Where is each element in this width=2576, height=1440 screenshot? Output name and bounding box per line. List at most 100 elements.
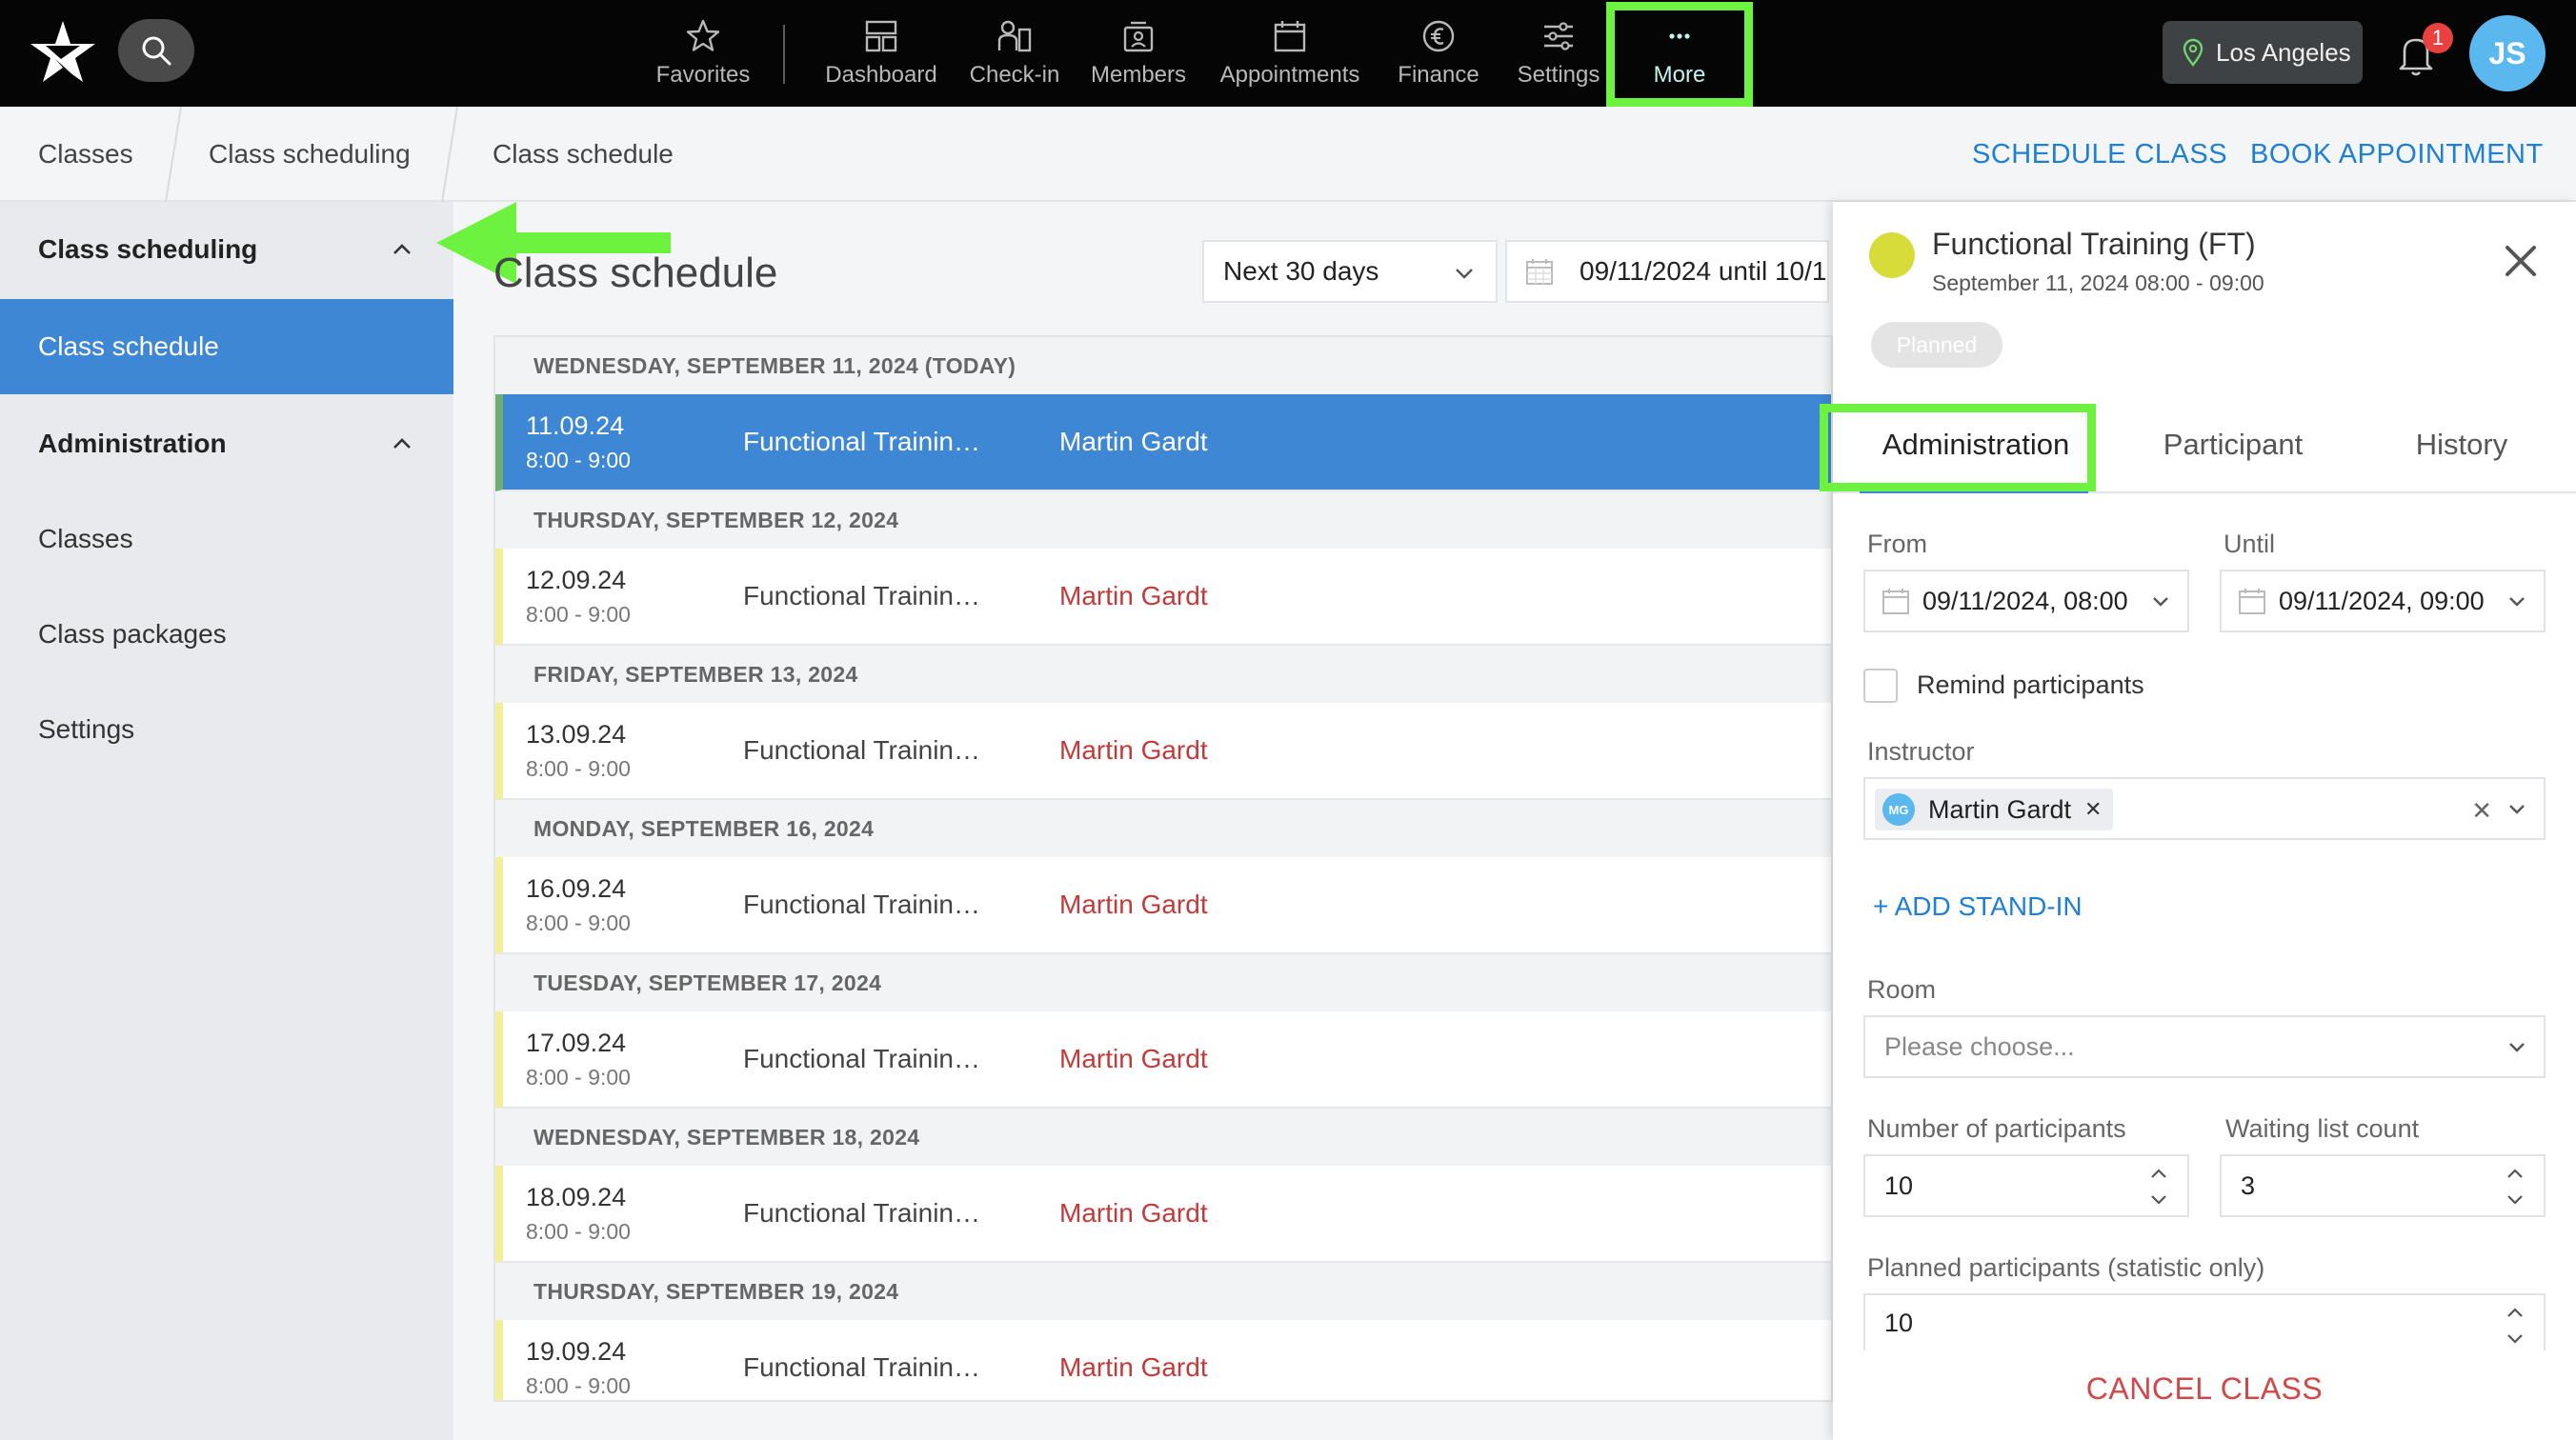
planned-participants-value: 10 <box>1884 1308 1914 1337</box>
nav-check-in[interactable]: Check-in <box>962 0 1067 107</box>
remind-participants-checkbox[interactable] <box>1863 669 1898 703</box>
from-label: From <box>1867 530 1927 558</box>
chevron-down-icon <box>2509 805 2525 814</box>
schedule-row[interactable]: 11.09.24 8:00 - 9:00 Functional Trainin…… <box>495 394 1831 491</box>
schedule-class-button[interactable]: SCHEDULE CLASS <box>1972 107 2227 202</box>
chevron-up-icon <box>393 244 411 254</box>
nav-appointments[interactable]: Appointments <box>1212 0 1368 107</box>
participants-label: Number of participants <box>1867 1114 2126 1143</box>
sidebar-item-label: Settings <box>38 714 135 744</box>
notification-badge: 1 <box>2423 23 2453 53</box>
nav-label: Check-in <box>969 62 1060 88</box>
sidebar-group-class-scheduling[interactable]: Class scheduling <box>0 202 453 297</box>
stepper-arrows-icon[interactable] <box>2504 1301 2526 1350</box>
slot-instructor: Martin Gardt <box>1059 890 1208 919</box>
day-header: WEDNESDAY, SEPTEMBER 11, 2024 (TODAY) <box>495 337 1831 394</box>
administration-highlight-box <box>1820 404 2096 491</box>
slot-date: 19.09.24 <box>526 1337 627 1366</box>
stepper-arrows-icon[interactable] <box>2504 1162 2526 1211</box>
day-header: FRIDAY, SEPTEMBER 13, 2024 <box>495 646 1831 703</box>
range-select[interactable]: Next 30 days <box>1202 240 1498 303</box>
slot-date: 18.09.24 <box>526 1183 627 1211</box>
slot-date: 11.09.24 <box>526 411 625 440</box>
until-value: 09/11/2024, 09:00 <box>2279 586 2485 615</box>
room-placeholder: Please choose... <box>1884 1031 2075 1061</box>
search-icon <box>142 36 171 66</box>
sidebar: Class scheduling Class schedule Administ… <box>0 202 453 1440</box>
schedule-row[interactable]: 16.09.24 8:00 - 9:00 Functional Trainin…… <box>495 857 1831 954</box>
slot-instructor: Martin Gardt <box>1059 1044 1208 1073</box>
slot-instructor: Martin Gardt <box>1059 1352 1208 1382</box>
remove-instructor-icon[interactable]: ✕ <box>2084 797 2102 822</box>
participants-stepper[interactable]: 10 <box>1863 1154 2189 1217</box>
sidebar-group-administration[interactable]: Administration <box>0 396 453 491</box>
status-dot <box>1869 232 1915 278</box>
search-button[interactable] <box>118 19 194 82</box>
waiting-list-stepper[interactable]: 3 <box>2220 1154 2546 1217</box>
nav-finance[interactable]: Finance <box>1389 0 1488 107</box>
check-in-icon <box>997 20 1032 52</box>
clear-icon[interactable]: ✕ <box>2471 796 2492 826</box>
slot-date: 13.09.24 <box>526 720 627 749</box>
slot-instructor: Martin Gardt <box>1059 427 1208 456</box>
slot-class: Functional Trainin… <box>743 890 981 919</box>
schedule-row[interactable]: 19.09.24 8:00 - 9:00 Functional Trainin…… <box>495 1320 1831 1400</box>
book-appointment-button[interactable]: BOOK APPOINTMENT <box>2250 107 2544 202</box>
nav-dashboard[interactable]: Dashboard <box>819 0 943 107</box>
schedule-row[interactable]: 17.09.24 8:00 - 9:00 Functional Trainin…… <box>495 1011 1831 1109</box>
nav-settings[interactable]: Settings <box>1513 0 1604 107</box>
instructor-name: Martin Gardt <box>1928 794 2072 824</box>
nav-label: Finance <box>1398 62 1479 88</box>
sliders-icon <box>1544 22 1573 50</box>
sidebar-item-class-packages[interactable]: Class packages <box>0 587 453 682</box>
waiting-list-value: 3 <box>2241 1170 2256 1200</box>
sidebar-item-label: Class packages <box>38 619 227 649</box>
room-select[interactable]: Please choose... <box>1863 1015 2546 1078</box>
euro-icon <box>1422 20 1455 52</box>
class-detail-panel: Functional Training (FT) September 11, 2… <box>1833 202 2576 1440</box>
panel-title: Functional Training (FT) <box>1932 227 2256 261</box>
breadcrumb-class-scheduling[interactable]: Class scheduling <box>209 107 411 202</box>
stepper-arrows-icon[interactable] <box>2147 1162 2170 1211</box>
status-badge: Planned <box>1871 322 2002 368</box>
slot-instructor: Martin Gardt <box>1059 735 1208 765</box>
instructor-select[interactable]: MG Martin Gardt ✕ ✕ <box>1863 777 2546 840</box>
logo-star-icon[interactable] <box>27 17 99 90</box>
slot-time: 8:00 - 9:00 <box>526 756 631 781</box>
from-datetime-field[interactable]: 09/11/2024, 08:00 <box>1863 570 2189 632</box>
instructor-avatar: MG <box>1882 793 1915 826</box>
tab-history[interactable]: History <box>2347 402 2576 488</box>
nav-members[interactable]: Members <box>1082 0 1195 107</box>
schedule-row[interactable]: 12.09.24 8:00 - 9:00 Functional Trainin…… <box>495 549 1831 646</box>
slot-class: Functional Trainin… <box>743 1198 981 1228</box>
schedule-row[interactable]: 13.09.24 8:00 - 9:00 Functional Trainin…… <box>495 703 1831 800</box>
nav-favorites[interactable]: Favorites <box>640 0 766 107</box>
planned-participants-stepper[interactable]: 10 <box>1863 1293 2546 1350</box>
user-avatar[interactable]: JS <box>2469 15 2546 91</box>
close-icon[interactable] <box>2500 240 2542 282</box>
members-icon <box>1123 21 1154 52</box>
instructor-label: Instructor <box>1867 737 1975 766</box>
sidebar-item-settings[interactable]: Settings <box>0 682 453 777</box>
until-datetime-field[interactable]: 09/11/2024, 09:00 <box>2220 570 2546 632</box>
slot-instructor: Martin Gardt <box>1059 581 1208 610</box>
day-header: TUESDAY, SEPTEMBER 17, 2024 <box>495 954 1831 1011</box>
breadcrumb-classes[interactable]: Classes <box>38 107 133 202</box>
cancel-class-button[interactable]: CANCEL CLASS <box>1833 1371 2576 1407</box>
sidebar-item-label: Class schedule <box>38 331 219 361</box>
from-value: 09/11/2024, 08:00 <box>1922 586 2128 615</box>
range-select-value: Next 30 days <box>1223 256 1379 286</box>
date-range-field[interactable]: 09/11/2024 until 10/12/2024 <box>1505 240 1829 303</box>
tab-participant[interactable]: Participant <box>2119 402 2347 488</box>
schedule-row[interactable]: 18.09.24 8:00 - 9:00 Functional Trainin…… <box>495 1166 1831 1263</box>
calendar-icon <box>1274 21 1306 52</box>
slot-class: Functional Trainin… <box>743 427 981 456</box>
add-stand-in-button[interactable]: + ADD STAND-IN <box>1873 891 2083 922</box>
chevron-down-icon <box>2509 1043 2525 1052</box>
breadcrumb-separator <box>441 107 458 202</box>
slot-instructor: Martin Gardt <box>1059 1198 1208 1228</box>
sidebar-item-class-schedule[interactable]: Class schedule <box>0 299 453 394</box>
location-selector[interactable]: Los Angeles <box>2163 21 2363 84</box>
instructor-chip: MG Martin Gardt ✕ <box>1875 789 2114 830</box>
sidebar-item-classes[interactable]: Classes <box>0 491 453 587</box>
